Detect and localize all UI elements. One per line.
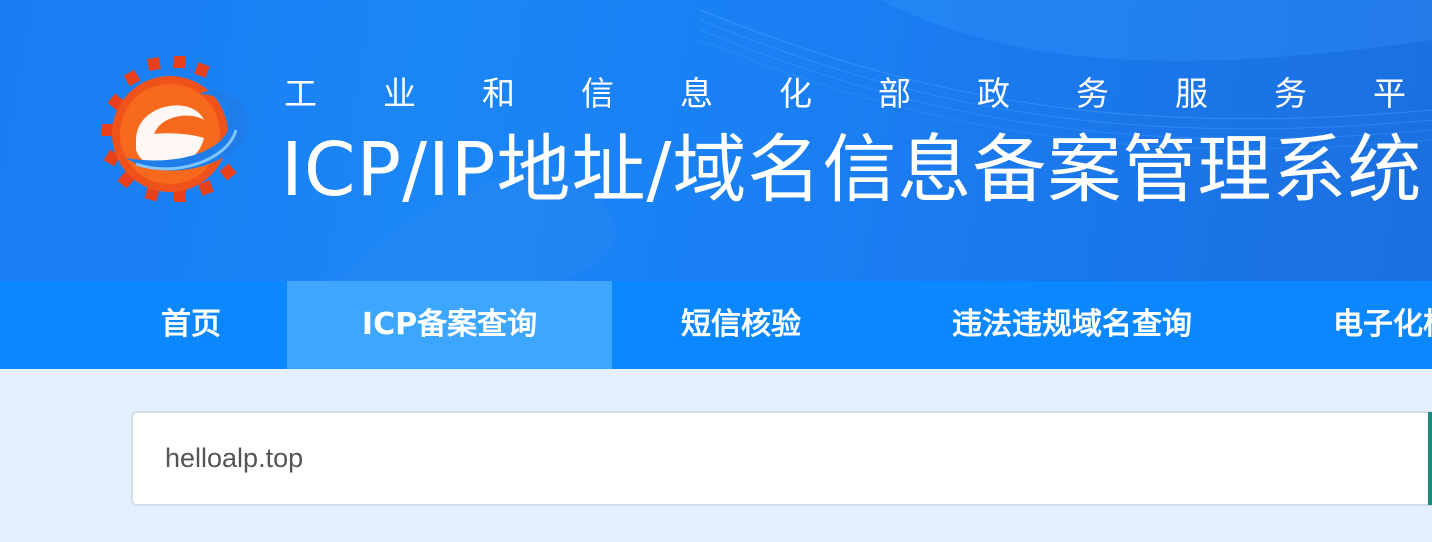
header-subtitle: 工业和信息化部政务服务平台	[284, 74, 1432, 113]
nav-item-illegal-domain-query[interactable]: 违法违规域名查询	[890, 281, 1254, 369]
nav-item-home[interactable]: 首页	[114, 281, 268, 369]
search-button-edge[interactable]	[1428, 412, 1432, 505]
miit-logo-icon	[102, 56, 249, 202]
nav-item-electronic-verify[interactable]: 电子化核验	[1333, 281, 1432, 369]
nav-item-sms-verify[interactable]: 短信核验	[612, 281, 870, 369]
page-title: ICP/IP地址/域名信息备案管理系统	[281, 127, 1423, 213]
search-input[interactable]	[131, 411, 1432, 506]
nav-item-icp-query[interactable]: ICP备案查询	[287, 281, 612, 369]
site-header: 工业和信息化部政务服务平台 ICP/IP地址/域名信息备案管理系统	[0, 0, 1432, 281]
main-navigation: 首页 ICP备案查询 短信核验 违法违规域名查询 电子化核验	[0, 281, 1432, 369]
